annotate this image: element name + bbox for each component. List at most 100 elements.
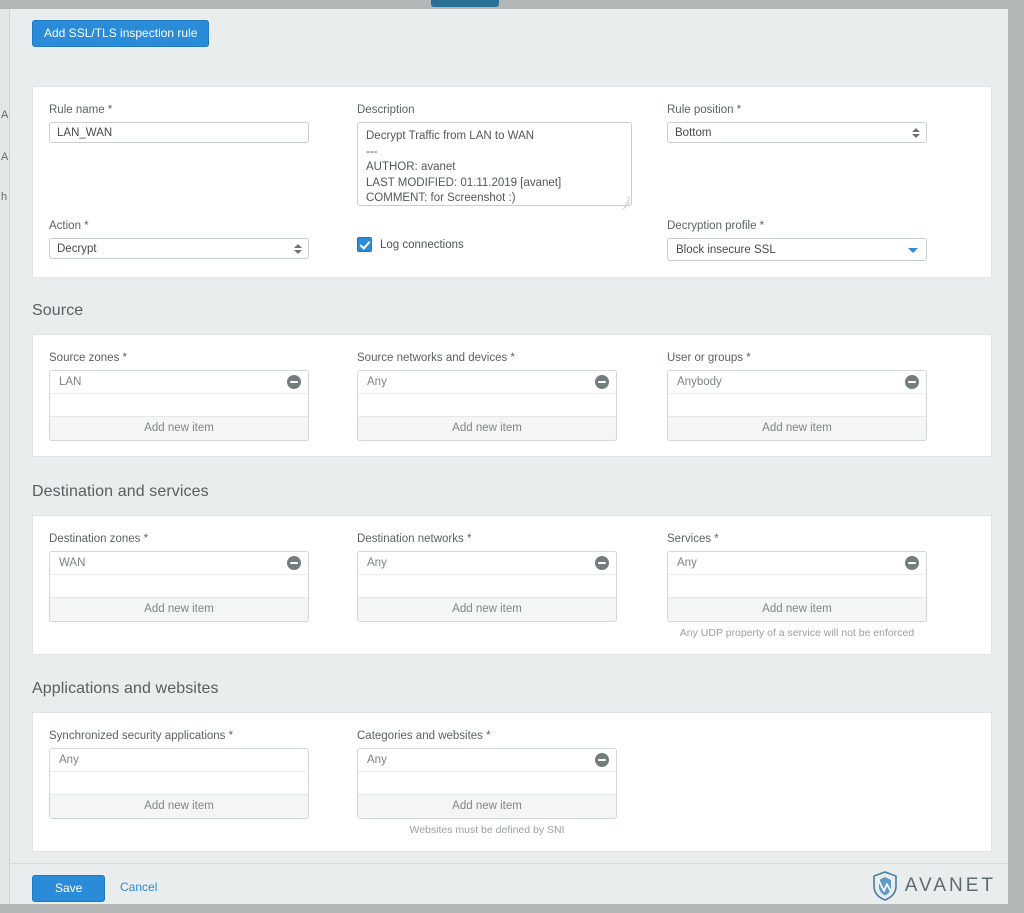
log-connections-field-group: Log connections	[357, 219, 607, 252]
brand-name: AVANET	[905, 875, 996, 897]
source-zones-label: Source zones *	[49, 351, 309, 365]
add-new-item-button[interactable]: Add new item	[668, 597, 926, 621]
destination-card: Destination zones * WAN Add new item Des…	[32, 515, 992, 655]
list-item-label: WAN	[59, 557, 85, 569]
rule-position-field-group: Rule position * Bottom	[667, 103, 927, 143]
list-item[interactable]: Any	[358, 371, 616, 394]
remove-item-icon[interactable]	[905, 375, 919, 389]
destination-networks-field-group: Destination networks * Any Add new item	[357, 532, 617, 622]
add-new-item-button[interactable]: Add new item	[668, 416, 926, 440]
list-item-label: Any	[367, 754, 387, 766]
remove-item-icon[interactable]	[905, 556, 919, 570]
rule-position-value: Bottom	[675, 127, 711, 139]
decryption-profile-value: Block insecure SSL	[676, 244, 776, 256]
list-item-label: LAN	[59, 376, 81, 388]
add-new-item-button[interactable]: Add new item	[50, 794, 308, 818]
list-item[interactable]: Any	[50, 749, 308, 772]
decryption-profile-select[interactable]: Block insecure SSL	[667, 238, 927, 261]
destination-networks-itemlist: Any Add new item	[357, 551, 617, 622]
action-select[interactable]: Decrypt	[49, 238, 309, 259]
list-item[interactable]: WAN	[50, 552, 308, 575]
source-networks-field-group: Source networks and devices * Any Add ne…	[357, 351, 617, 441]
sync-security-apps-field-group: Synchronized security applications * Any…	[49, 729, 309, 819]
destination-zones-label: Destination zones *	[49, 532, 309, 546]
cancel-button[interactable]: Cancel	[120, 880, 157, 894]
add-new-item-button[interactable]: Add new item	[358, 794, 616, 818]
stepper-arrows-icon	[911, 126, 920, 140]
add-ssl-tls-inspection-rule-button[interactable]: Add SSL/TLS inspection rule	[32, 20, 209, 47]
user-or-groups-label: User or groups *	[667, 351, 927, 365]
list-item-label: Anybody	[677, 376, 722, 388]
log-connections-row[interactable]: Log connections	[357, 237, 607, 252]
description-label: Description	[357, 103, 632, 117]
log-connections-checkbox[interactable]	[357, 237, 372, 252]
avanet-logo: AVANET	[872, 871, 996, 901]
list-item[interactable]: LAN	[50, 371, 308, 394]
list-item-label: Any	[59, 754, 79, 766]
general-settings-card: Rule name * Description Decrypt Traffic …	[32, 86, 992, 278]
source-networks-itemlist: Any Add new item	[357, 370, 617, 441]
stepper-arrows-icon	[293, 242, 302, 256]
decryption-profile-label: Decryption profile *	[667, 219, 927, 233]
source-card: Source zones * LAN Add new item Source n…	[32, 334, 992, 457]
source-zones-field-group: Source zones * LAN Add new item	[49, 351, 309, 441]
rule-name-label: Rule name *	[49, 103, 309, 117]
sync-security-apps-itemlist: Any Add new item	[49, 748, 309, 819]
add-new-item-button[interactable]: Add new item	[358, 597, 616, 621]
services-field-group: Services * Any Add new item Any UDP prop…	[667, 532, 927, 639]
itemlist-body: Any	[358, 371, 616, 416]
list-item-label: Any	[367, 376, 387, 388]
services-label: Services *	[667, 532, 927, 546]
categories-and-websites-field-group: Categories and websites * Any Add new it…	[357, 729, 617, 836]
browser-tab-strip	[0, 0, 1024, 9]
section-title-source: Source	[32, 302, 83, 320]
categories-and-websites-itemlist: Any Add new item	[357, 748, 617, 819]
action-label: Action *	[49, 219, 309, 233]
remove-item-icon[interactable]	[287, 556, 301, 570]
itemlist-body: Any	[50, 749, 308, 794]
remove-item-icon[interactable]	[595, 753, 609, 767]
rule-name-input[interactable]	[49, 122, 309, 143]
itemlist-body: Any	[358, 749, 616, 794]
categories-and-websites-label: Categories and websites *	[357, 729, 617, 743]
services-itemlist: Any Add new item	[667, 551, 927, 622]
remove-item-icon[interactable]	[595, 375, 609, 389]
rule-position-label: Rule position *	[667, 103, 927, 117]
itemlist-body: Anybody	[668, 371, 926, 416]
destination-networks-label: Destination networks *	[357, 532, 617, 546]
sync-security-apps-label: Synchronized security applications *	[49, 729, 309, 743]
footer-divider	[10, 863, 1008, 864]
remove-item-icon[interactable]	[287, 375, 301, 389]
rule-name-field-group: Rule name *	[49, 103, 309, 143]
action-value: Decrypt	[57, 243, 97, 255]
itemlist-body: LAN	[50, 371, 308, 416]
destination-zones-field-group: Destination zones * WAN Add new item	[49, 532, 309, 622]
list-item[interactable]: Any	[668, 552, 926, 575]
rail-fragment-1: A	[1, 151, 10, 163]
itemlist-body: Any	[358, 552, 616, 597]
list-item[interactable]: Any	[358, 552, 616, 575]
navigation-rail-sliver[interactable]: A A h	[0, 9, 10, 904]
section-title-applications: Applications and websites	[32, 680, 219, 698]
list-item-label: Any	[677, 557, 697, 569]
add-new-item-button[interactable]: Add new item	[50, 416, 308, 440]
add-new-item-button[interactable]: Add new item	[358, 416, 616, 440]
list-item[interactable]: Anybody	[668, 371, 926, 394]
chevron-down-icon	[908, 248, 918, 253]
rail-fragment-0: A	[1, 109, 10, 121]
list-item[interactable]: Any	[358, 749, 616, 772]
action-field-group: Action * Decrypt	[49, 219, 309, 259]
description-field-group: Description Decrypt Traffic from LAN to …	[357, 103, 632, 206]
active-tab-indicator[interactable]	[431, 0, 499, 7]
rail-fragment-2: h	[1, 191, 10, 203]
description-textarea[interactable]: Decrypt Traffic from LAN to WAN --- AUTH…	[357, 122, 632, 206]
add-new-item-button[interactable]: Add new item	[50, 597, 308, 621]
remove-item-icon[interactable]	[595, 556, 609, 570]
shield-logo-icon	[872, 871, 898, 901]
rule-editor-page: Add SSL/TLS inspection rule Rule name * …	[10, 9, 1014, 904]
list-item-label: Any	[367, 557, 387, 569]
save-button[interactable]: Save	[32, 875, 105, 902]
section-title-destination: Destination and services	[32, 483, 209, 501]
rule-position-select[interactable]: Bottom	[667, 122, 927, 143]
decryption-profile-field-group: Decryption profile * Block insecure SSL	[667, 219, 927, 261]
